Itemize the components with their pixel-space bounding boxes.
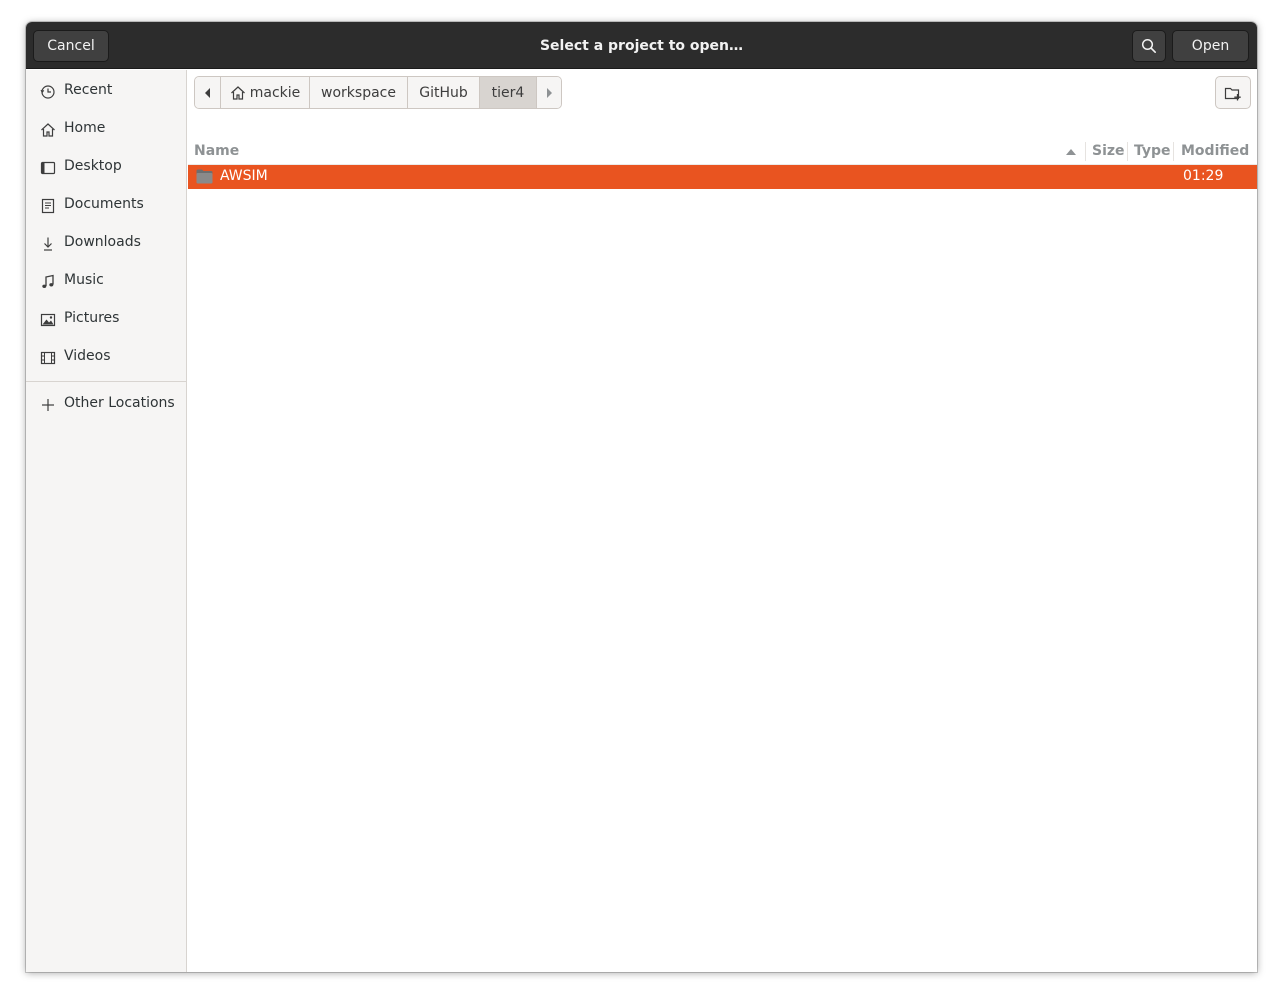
search-button[interactable] <box>1132 30 1166 62</box>
sidebar-item-recent[interactable]: Recent <box>26 73 186 109</box>
sidebar-item-label: Videos <box>64 348 111 364</box>
path-segment-label: mackie <box>249 84 301 101</box>
file-modified: 01:29 <box>1183 168 1224 184</box>
sidebar-item-music[interactable]: Music <box>26 263 186 299</box>
path-segment-github[interactable]: GitHub <box>408 77 480 108</box>
document-icon <box>40 198 56 214</box>
sidebar-item-label: Home <box>64 120 106 136</box>
picture-icon <box>40 312 56 328</box>
sidebar-item-label: Recent <box>64 82 113 98</box>
sidebar-item-label: Pictures <box>64 310 120 326</box>
file-browser: mackie workspace GitHub tier4 Name Size … <box>188 70 1257 972</box>
new-folder-icon <box>1224 87 1241 100</box>
sidebar-item-label: Downloads <box>64 234 141 250</box>
column-separator <box>1085 142 1086 161</box>
sidebar-item-label: Desktop <box>64 158 122 174</box>
open-button[interactable]: Open <box>1172 30 1249 62</box>
sidebar-item-documents[interactable]: Documents <box>26 187 186 223</box>
dialog-title: Select a project to open… <box>539 37 744 54</box>
cancel-button[interactable]: Cancel <box>33 30 109 62</box>
header-bar: Cancel Select a project to open… Open <box>26 22 1257 69</box>
path-forward-button[interactable] <box>537 77 561 108</box>
sidebar-item-home[interactable]: Home <box>26 111 186 147</box>
column-size[interactable]: Size <box>1092 143 1125 159</box>
folder-icon <box>196 169 213 184</box>
path-segment-workspace[interactable]: workspace <box>310 77 408 108</box>
download-icon <box>40 236 56 252</box>
column-separator <box>1173 142 1174 161</box>
sidebar-item-label: Music <box>64 272 104 288</box>
sidebar-item-downloads[interactable]: Downloads <box>26 225 186 261</box>
column-modified[interactable]: Modified <box>1181 143 1249 159</box>
path-bar: mackie workspace GitHub tier4 <box>194 76 562 109</box>
sidebar-item-label: Documents <box>64 196 144 212</box>
search-icon <box>1141 38 1156 53</box>
column-separator <box>1127 142 1128 161</box>
path-back-button[interactable] <box>195 77 221 108</box>
chevron-right-icon <box>547 87 552 98</box>
home-icon <box>230 85 245 100</box>
plus-icon <box>40 397 56 413</box>
sidebar-item-pictures[interactable]: Pictures <box>26 301 186 337</box>
sidebar-item-desktop[interactable]: Desktop <box>26 149 186 185</box>
new-folder-button[interactable] <box>1215 76 1251 109</box>
sort-ascending-icon[interactable] <box>1066 148 1076 155</box>
sidebar-item-other-locations[interactable]: Other Locations <box>26 386 186 422</box>
clock-icon <box>40 84 56 100</box>
file-name: AWSIM <box>220 168 268 184</box>
music-note-icon <box>40 274 56 290</box>
file-chooser-dialog: Cancel Select a project to open… Open Re… <box>26 22 1257 972</box>
path-segment-home[interactable]: mackie <box>221 77 310 108</box>
desktop-icon <box>40 160 56 176</box>
column-name[interactable]: Name <box>194 143 239 159</box>
sidebar-separator <box>26 381 186 382</box>
home-icon <box>40 122 56 138</box>
file-row[interactable]: AWSIM 01:29 <box>188 165 1257 189</box>
path-segment-tier4[interactable]: tier4 <box>480 77 537 108</box>
sidebar-item-label: Other Locations <box>64 395 175 411</box>
column-header: Name Size Type Modified <box>188 139 1257 165</box>
sidebar-item-videos[interactable]: Videos <box>26 339 186 375</box>
film-icon <box>40 350 56 366</box>
column-type[interactable]: Type <box>1134 143 1171 159</box>
places-sidebar: Recent Home Desktop Documents Downloads <box>26 70 187 972</box>
chevron-left-icon <box>204 87 210 98</box>
